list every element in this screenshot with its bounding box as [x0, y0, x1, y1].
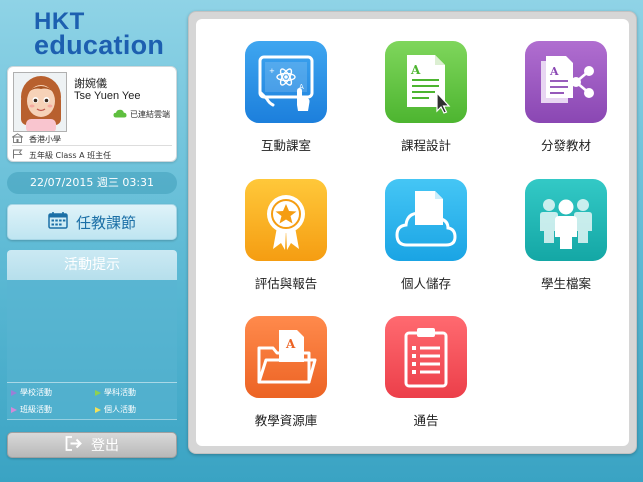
teaching-sessions-button[interactable]: 任教課節 — [7, 204, 177, 240]
svg-text:A: A — [285, 337, 296, 351]
tile-student-profiles[interactable]: 學生檔案 — [512, 179, 620, 303]
svg-text:A: A — [549, 65, 559, 78]
tile-teaching-resources[interactable]: A 教學資源庫 — [232, 316, 340, 440]
logo-line-2: education — [34, 30, 165, 60]
cloud-connected-icon — [113, 109, 127, 120]
tile-label: 課程設計 — [400, 138, 451, 153]
logout-icon — [65, 435, 83, 455]
legend-flag-icon — [95, 406, 101, 413]
cloud-storage-icon — [385, 179, 467, 261]
profile-role: 五年級 Class A 班主任 — [29, 150, 112, 160]
interactive-classroom-icon: + A — [245, 41, 327, 123]
activity-reminder-header: 活動提示 — [7, 250, 177, 280]
folder-icon: A — [245, 316, 327, 398]
hkt-education-logo: HKT education — [34, 10, 164, 59]
clipboard-icon — [385, 316, 467, 398]
tile-label: 通告 — [413, 413, 439, 428]
legend-subject-activity: 學科活動 — [95, 387, 136, 398]
legend-label: 學科活動 — [104, 388, 136, 397]
profile-school-row: 香港小學 — [10, 133, 61, 145]
school-building-icon — [10, 133, 25, 145]
profile-card[interactable]: 謝婉儀 Tse Yuen Yee 已連結雲端 香港小學 五年級 Class A … — [7, 66, 177, 162]
cloud-status: 已連結雲端 — [113, 109, 170, 120]
tile-label: 分發教材 — [540, 138, 591, 153]
calendar-icon — [48, 211, 68, 233]
tile-label: 個人儲存 — [400, 276, 451, 291]
legend-label: 個人活動 — [104, 405, 136, 414]
document-pointer-icon: A — [385, 41, 467, 123]
tile-distribute-materials[interactable]: A 分發教材 — [512, 41, 620, 165]
tile-label: 評估與報告 — [254, 276, 318, 291]
tile-label: 教學資源庫 — [254, 413, 318, 428]
profile-divider — [12, 145, 172, 146]
app-grid-panel: + A 互動課室 A 課程設計 A 分發教材 評估與報告 個人儲存 學生檔案 A… — [188, 11, 637, 454]
award-ribbon-icon — [245, 179, 327, 261]
legend-label: 學校活動 — [20, 388, 52, 397]
logout-label: 登出 — [91, 438, 119, 454]
avatar — [13, 72, 67, 132]
activity-legend: 學校活動 學科活動 班級活動 個人活動 — [7, 382, 177, 420]
svg-text:+: + — [269, 67, 275, 75]
flag-icon — [12, 149, 23, 161]
profile-name-chinese: 謝婉儀 — [74, 77, 107, 90]
legend-class-activity: 班級活動 — [11, 404, 52, 415]
tile-label: 互動課室 — [260, 138, 311, 153]
tile-personal-storage[interactable]: 個人儲存 — [372, 179, 480, 303]
profile-school: 香港小學 — [29, 134, 61, 144]
teaching-sessions-label: 任教課節 — [75, 213, 136, 232]
tile-interactive-classroom[interactable]: + A 互動課室 — [232, 41, 340, 165]
app-grid: + A 互動課室 A 課程設計 A 分發教材 評估與報告 個人儲存 學生檔案 A… — [196, 19, 629, 446]
profile-name-english: Tse Yuen Yee — [74, 90, 141, 102]
share-document-icon: A — [525, 41, 607, 123]
legend-flag-icon — [95, 389, 101, 396]
legend-label: 班級活動 — [20, 405, 52, 414]
legend-school-activity: 學校活動 — [11, 387, 52, 398]
svg-text:A: A — [410, 63, 421, 77]
legend-flag-icon — [11, 389, 17, 396]
legend-personal-activity: 個人活動 — [95, 404, 136, 415]
legend-flag-icon — [11, 406, 17, 413]
tile-notices[interactable]: 通告 — [372, 316, 480, 440]
cloud-status-text: 已連結雲端 — [130, 110, 170, 119]
people-icon — [525, 179, 607, 261]
tile-assessment-reports[interactable]: 評估與報告 — [232, 179, 340, 303]
tile-label: 學生檔案 — [540, 276, 591, 291]
profile-role-row: 五年級 Class A 班主任 — [12, 149, 111, 161]
tile-curriculum-design[interactable]: A 課程設計 — [372, 41, 480, 165]
datetime-display: 22/07/2015 週三 03:31 — [7, 172, 177, 194]
logout-button[interactable]: 登出 — [7, 432, 177, 458]
